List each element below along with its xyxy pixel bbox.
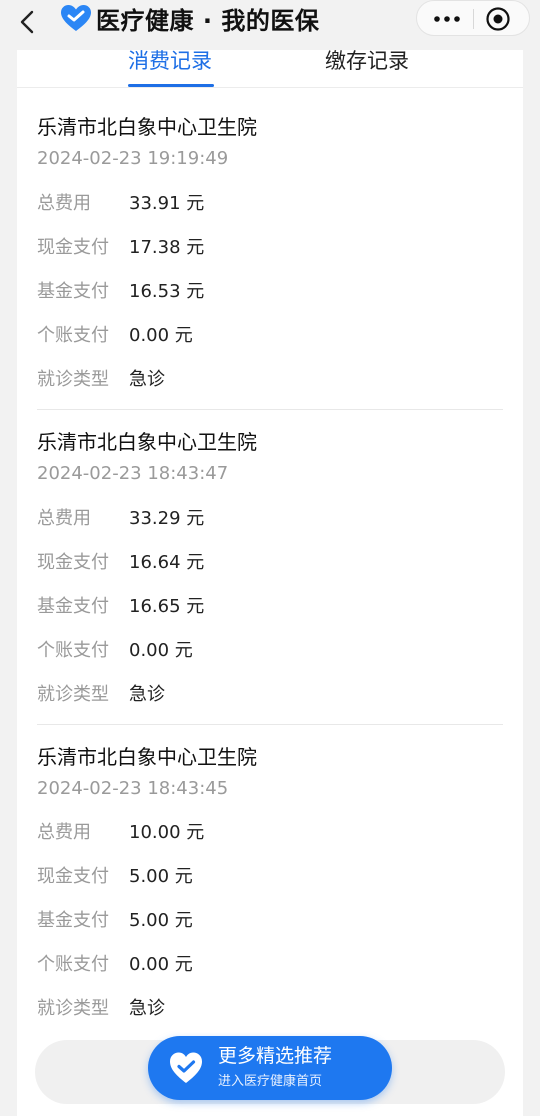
cash-payment-label: 现金支付: [37, 237, 109, 258]
hospital-name: 乐清市北白象中心卫生院: [37, 430, 257, 454]
promo-title: 更多精选推荐: [218, 1045, 333, 1067]
heart-shield-logo: [61, 5, 91, 31]
tab-bar: 消费记录 缴存记录: [17, 48, 523, 88]
visit-type-label: 就诊类型: [37, 369, 109, 390]
personal-account-value: 0.00 元: [129, 325, 193, 346]
visit-type-label: 就诊类型: [37, 998, 109, 1019]
cash-payment-label: 现金支付: [37, 866, 109, 887]
visit-type-row: 就诊类型 急诊: [37, 682, 503, 708]
total-fee-value: 10.00 元: [129, 822, 205, 843]
total-fee-value: 33.29 元: [129, 508, 205, 529]
tab-consumption-records[interactable]: 消费记录: [128, 48, 212, 74]
record-divider: [37, 724, 503, 725]
cash-payment-row: 现金支付 16.64 元: [37, 550, 503, 576]
mini-program-capsule: [416, 0, 530, 36]
fund-payment-label: 基金支付: [37, 910, 109, 931]
personal-account-row: 个账支付 0.00 元: [37, 952, 503, 978]
more-recommendations-button[interactable]: 更多精选推荐 进入医疗健康首页: [148, 1036, 392, 1100]
cash-payment-row: 现金支付 5.00 元: [37, 864, 503, 890]
total-fee-label: 总费用: [37, 508, 91, 529]
fund-payment-value: 16.53 元: [129, 281, 205, 302]
total-fee-row: 总费用 33.91 元: [37, 191, 503, 217]
more-dots-icon[interactable]: [427, 7, 467, 31]
fund-payment-row: 基金支付 16.65 元: [37, 594, 503, 620]
capsule-divider: [473, 9, 474, 29]
personal-account-label: 个账支付: [37, 325, 109, 346]
visit-type-label: 就诊类型: [37, 684, 109, 705]
personal-account-value: 0.00 元: [129, 640, 193, 661]
record-time: 2024-02-23 18:43:47: [37, 463, 229, 484]
fund-payment-value: 5.00 元: [129, 910, 193, 931]
active-tab-indicator: [128, 84, 214, 87]
personal-account-row: 个账支付 0.00 元: [37, 323, 503, 349]
visit-type-value: 急诊: [129, 369, 165, 390]
visit-type-value: 急诊: [129, 684, 165, 705]
personal-account-label: 个账支付: [37, 954, 109, 975]
fund-payment-row: 基金支付 16.53 元: [37, 279, 503, 305]
fund-payment-label: 基金支付: [37, 596, 109, 617]
total-fee-row: 总费用 10.00 元: [37, 820, 503, 846]
cash-payment-row: 现金支付 17.38 元: [37, 235, 503, 261]
target-close-icon[interactable]: [485, 6, 511, 32]
records-card: 消费记录 缴存记录 乐清市北白象中心卫生院 2024-02-23 19:19:4…: [17, 48, 523, 1116]
personal-account-row: 个账支付 0.00 元: [37, 638, 503, 664]
record-time: 2024-02-23 18:43:45: [37, 778, 229, 799]
visit-type-row: 就诊类型 急诊: [37, 367, 503, 393]
total-fee-label: 总费用: [37, 193, 91, 214]
brand: 医疗健康 · 我的医保: [58, 3, 320, 35]
cash-payment-value: 5.00 元: [129, 866, 193, 887]
record-divider: [37, 409, 503, 410]
cash-payment-value: 17.38 元: [129, 237, 205, 258]
cash-payment-label: 现金支付: [37, 552, 109, 573]
visit-type-value: 急诊: [129, 998, 165, 1019]
tab-deposit-records[interactable]: 缴存记录: [325, 48, 409, 74]
promo-subtitle: 进入医疗健康首页: [218, 1074, 323, 1089]
total-fee-value: 33.91 元: [129, 193, 205, 214]
chevron-left-icon[interactable]: [14, 8, 42, 36]
cash-payment-value: 16.64 元: [129, 552, 205, 573]
visit-type-row: 就诊类型 急诊: [37, 996, 503, 1022]
personal-account-value: 0.00 元: [129, 954, 193, 975]
heart-shield-icon: [170, 1052, 202, 1083]
fund-payment-value: 16.65 元: [129, 596, 205, 617]
total-fee-label: 总费用: [37, 822, 91, 843]
hospital-name: 乐清市北白象中心卫生院: [37, 745, 257, 769]
fund-payment-row: 基金支付 5.00 元: [37, 908, 503, 934]
record-time: 2024-02-23 19:19:49: [37, 148, 229, 169]
total-fee-row: 总费用 33.29 元: [37, 506, 503, 532]
personal-account-label: 个账支付: [37, 640, 109, 661]
page-title: 医疗健康 · 我的医保: [96, 6, 320, 35]
top-navigation-bar: 医疗健康 · 我的医保: [0, 0, 540, 50]
fund-payment-label: 基金支付: [37, 281, 109, 302]
hospital-name: 乐清市北白象中心卫生院: [37, 115, 257, 139]
